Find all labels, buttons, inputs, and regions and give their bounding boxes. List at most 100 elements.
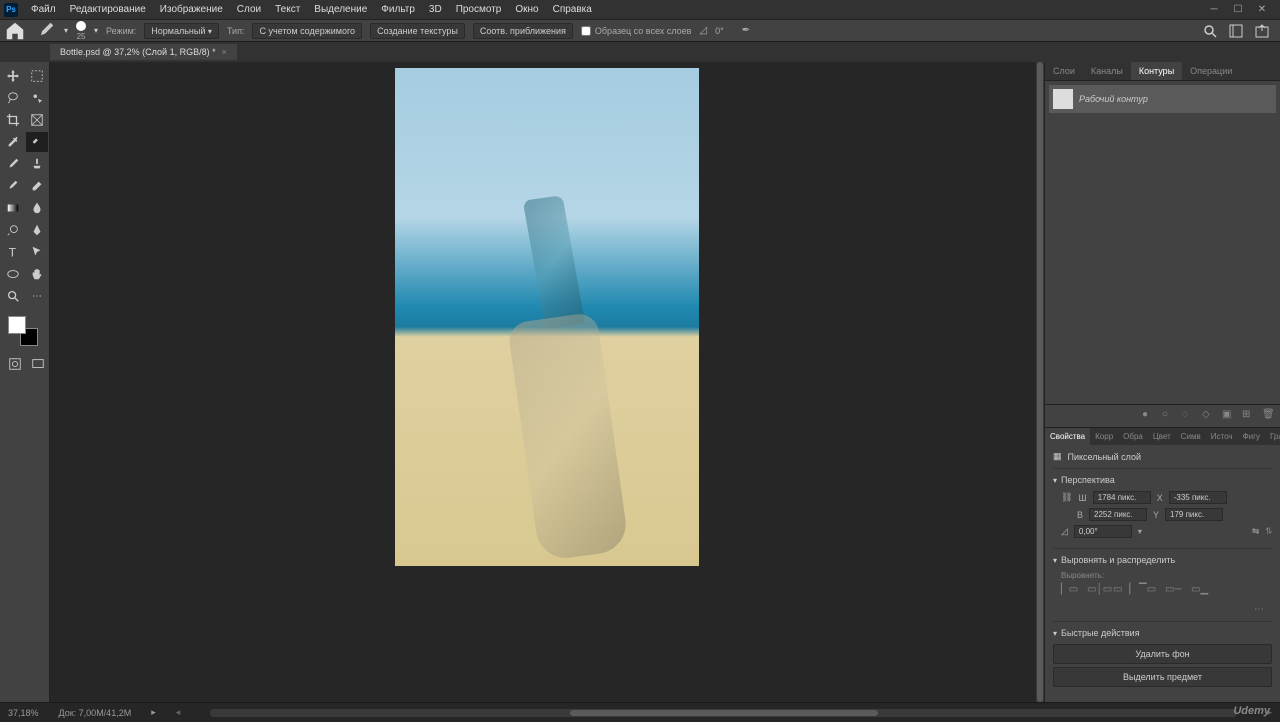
stroke-path-icon[interactable]: ○ bbox=[1162, 409, 1176, 423]
brush-preview[interactable]: 25 bbox=[76, 21, 86, 41]
mode-select[interactable]: Нормальный ▾ bbox=[144, 23, 219, 39]
frame-tool[interactable] bbox=[26, 110, 48, 130]
minimize-button[interactable]: ─ bbox=[1208, 4, 1220, 16]
tab-adjustments[interactable]: Корр bbox=[1090, 428, 1118, 445]
lasso-tool[interactable] bbox=[2, 88, 24, 108]
brush-chevron[interactable]: ▾ bbox=[94, 26, 98, 35]
quick-mask-icon[interactable] bbox=[6, 354, 25, 374]
new-path-icon[interactable]: ⊞ bbox=[1242, 409, 1256, 423]
angle-input[interactable] bbox=[1074, 525, 1132, 538]
align-bottom-icon[interactable]: ▭▁ bbox=[1191, 584, 1207, 600]
eraser-tool[interactable] bbox=[26, 176, 48, 196]
document-canvas[interactable] bbox=[395, 68, 699, 566]
tool-preset-chevron[interactable]: ▾ bbox=[64, 26, 68, 35]
angle-icon[interactable]: ◿ bbox=[699, 25, 707, 36]
eyedropper-tool[interactable] bbox=[2, 132, 24, 152]
hand-tool[interactable] bbox=[26, 264, 48, 284]
link-icon[interactable]: ⛓ bbox=[1061, 492, 1072, 503]
doc-info-chevron[interactable]: ▸ bbox=[151, 707, 156, 718]
type-tool[interactable]: T bbox=[2, 242, 24, 262]
align-hcenter-icon[interactable]: ▭│▭ bbox=[1087, 584, 1103, 600]
blur-tool[interactable] bbox=[26, 198, 48, 218]
gradient-tool[interactable] bbox=[2, 198, 24, 218]
tab-color[interactable]: Цвет bbox=[1148, 428, 1176, 445]
vertical-scrollbar[interactable] bbox=[1036, 62, 1044, 702]
document-tab[interactable]: Bottle.psd @ 37,2% (Слой 1, RGB/8) * × bbox=[50, 44, 237, 60]
align-section-toggle[interactable]: ▾ Выровнять и распределить bbox=[1053, 555, 1272, 565]
flip-horizontal-icon[interactable]: ⇋ bbox=[1252, 526, 1260, 537]
proximity-match-button[interactable]: Соотв. приближения bbox=[473, 23, 573, 39]
history-brush-tool[interactable] bbox=[2, 176, 24, 196]
delete-path-icon[interactable]: 🗑 bbox=[1262, 409, 1276, 423]
tab-channels[interactable]: Каналы bbox=[1083, 62, 1131, 80]
sample-all-layers-check[interactable]: Образец со всех слоев bbox=[581, 26, 692, 36]
marquee-tool[interactable] bbox=[26, 66, 48, 86]
create-texture-button[interactable]: Создание текстуры bbox=[370, 23, 465, 39]
share-icon[interactable] bbox=[1254, 23, 1270, 39]
scroll-left-icon[interactable]: ◂ bbox=[176, 707, 181, 718]
pressure-icon[interactable]: ✒ bbox=[742, 25, 750, 36]
zoom-tool[interactable] bbox=[2, 286, 24, 306]
edit-toolbar-icon[interactable]: ⋯ bbox=[26, 286, 48, 306]
menu-text[interactable]: Текст bbox=[268, 4, 307, 15]
pen-tool[interactable] bbox=[26, 220, 48, 240]
path-item[interactable]: Рабочий контур bbox=[1049, 85, 1276, 113]
home-icon[interactable] bbox=[4, 22, 26, 40]
align-left-icon[interactable]: ▏▭ bbox=[1061, 584, 1077, 600]
quick-select-tool[interactable] bbox=[26, 88, 48, 108]
selection-from-path-icon[interactable]: ◌ bbox=[1182, 409, 1196, 423]
flip-vertical-icon[interactable]: ⥮ bbox=[1265, 526, 1272, 537]
screen-mode-icon[interactable] bbox=[29, 354, 48, 374]
clone-stamp-tool[interactable] bbox=[26, 154, 48, 174]
doc-info[interactable]: Док: 7,00M/41,2M bbox=[59, 708, 132, 718]
canvas-area[interactable] bbox=[50, 62, 1044, 702]
angle-value[interactable]: 0° bbox=[715, 26, 724, 36]
width-input[interactable] bbox=[1093, 491, 1151, 504]
horizontal-scrollbar[interactable] bbox=[210, 709, 1237, 717]
select-subject-button[interactable]: Выделить предмет bbox=[1053, 667, 1272, 687]
menu-file[interactable]: Файл bbox=[24, 4, 63, 15]
fill-path-icon[interactable]: ● bbox=[1142, 409, 1156, 423]
tab-paths[interactable]: Контуры bbox=[1131, 62, 1182, 80]
close-button[interactable]: ✕ bbox=[1256, 4, 1268, 16]
align-right-icon[interactable]: ▭▕ bbox=[1113, 584, 1129, 600]
brush-tool[interactable] bbox=[2, 154, 24, 174]
color-swatches[interactable] bbox=[8, 316, 38, 346]
menu-edit[interactable]: Редактирование bbox=[63, 4, 153, 15]
x-input[interactable] bbox=[1169, 491, 1227, 504]
move-tool[interactable] bbox=[2, 66, 24, 86]
align-more-icon[interactable]: ⋯ bbox=[1053, 604, 1272, 615]
tab-shapes[interactable]: Фигу bbox=[1238, 428, 1265, 445]
path-from-selection-icon[interactable]: ◇ bbox=[1202, 409, 1216, 423]
transform-section-toggle[interactable]: ▾ Перспектива bbox=[1053, 475, 1272, 485]
menu-window[interactable]: Окно bbox=[508, 4, 545, 15]
dodge-tool[interactable] bbox=[2, 220, 24, 240]
menu-3d[interactable]: 3D bbox=[422, 4, 449, 15]
tab-libraries[interactable]: Обра bbox=[1118, 428, 1148, 445]
maximize-button[interactable]: ☐ bbox=[1232, 4, 1244, 16]
workspace-icon[interactable] bbox=[1228, 23, 1244, 39]
height-input[interactable] bbox=[1089, 508, 1147, 521]
align-top-icon[interactable]: ▔▭ bbox=[1139, 584, 1155, 600]
menu-select[interactable]: Выделение bbox=[307, 4, 374, 15]
menu-filter[interactable]: Фильтр bbox=[374, 4, 422, 15]
tab-glyphs[interactable]: Симв bbox=[1176, 428, 1206, 445]
y-input[interactable] bbox=[1165, 508, 1223, 521]
content-aware-button[interactable]: С учетом содержимого bbox=[252, 23, 362, 39]
tab-source[interactable]: Источ bbox=[1206, 428, 1238, 445]
mask-icon[interactable]: ▣ bbox=[1222, 409, 1236, 423]
foreground-color[interactable] bbox=[8, 316, 26, 334]
angle-chevron[interactable]: ▾ bbox=[1138, 527, 1142, 536]
tab-layers[interactable]: Слои bbox=[1045, 62, 1083, 80]
shape-tool[interactable] bbox=[2, 264, 24, 284]
menu-image[interactable]: Изображение bbox=[153, 4, 230, 15]
tab-properties[interactable]: Свойства bbox=[1045, 428, 1090, 445]
menu-layers[interactable]: Слои bbox=[230, 4, 268, 15]
menu-view[interactable]: Просмотр bbox=[449, 4, 509, 15]
remove-background-button[interactable]: Удалить фон bbox=[1053, 644, 1272, 664]
healing-brush-tool[interactable] bbox=[26, 132, 48, 152]
menu-help[interactable]: Справка bbox=[546, 4, 599, 15]
align-vcenter-icon[interactable]: ▭─ bbox=[1165, 584, 1181, 600]
crop-tool[interactable] bbox=[2, 110, 24, 130]
search-icon[interactable] bbox=[1202, 23, 1218, 39]
